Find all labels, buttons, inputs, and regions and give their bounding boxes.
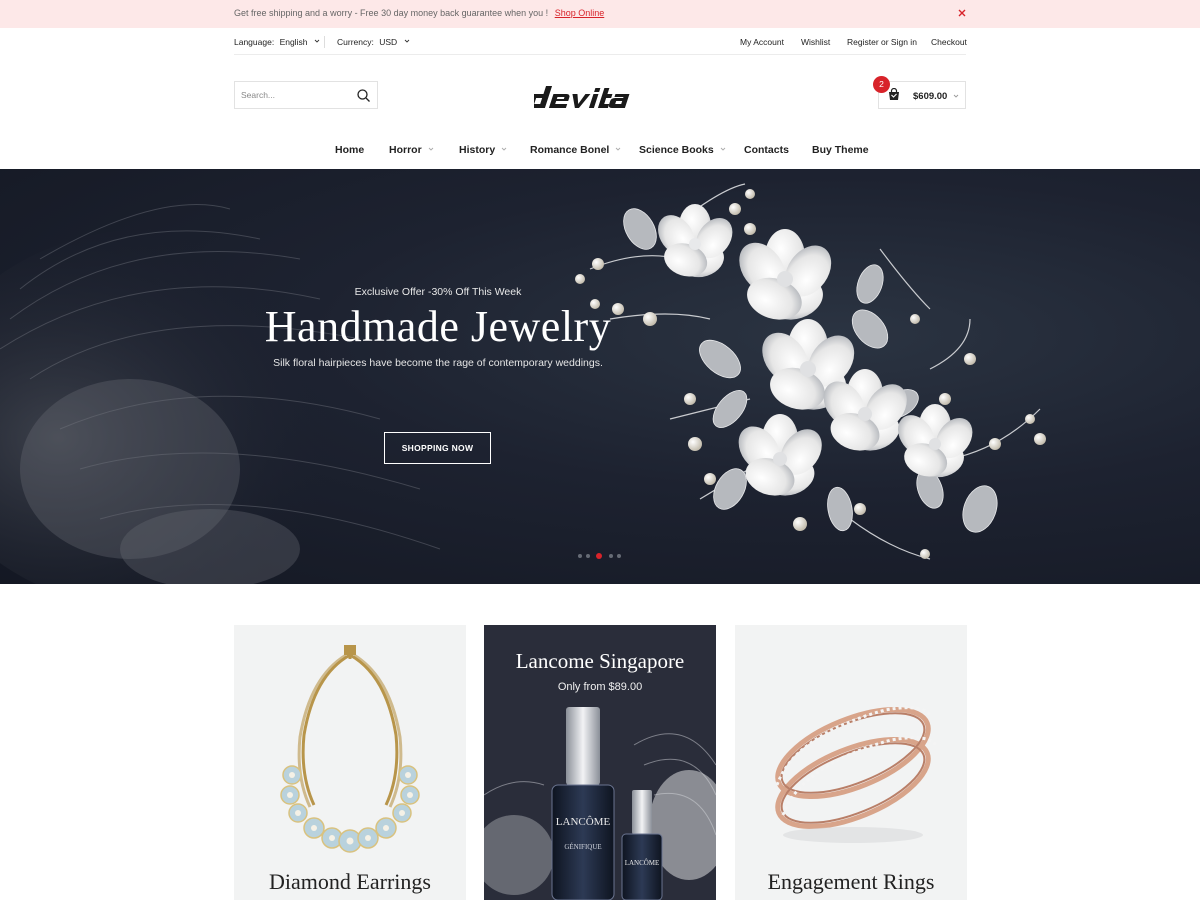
nav-label: Science Books: [639, 144, 714, 156]
my-account-link[interactable]: My Account: [740, 37, 784, 47]
currency-value: USD: [379, 37, 398, 47]
site-logo[interactable]: [534, 80, 666, 112]
language-value: English: [279, 37, 308, 47]
bottle-product-label: GÉNIFIQUE: [564, 843, 601, 851]
chevron-down-icon: [501, 147, 507, 151]
hero-slider: Exclusive Offer -30% Off This Week Handm…: [0, 169, 1200, 584]
promo-bar: Get free shipping and a worry - Free 30 …: [0, 0, 1200, 28]
search-box: [234, 81, 378, 109]
slider-dot-1[interactable]: [578, 554, 582, 558]
main-nav: Home Horror History Romance Bonel Scienc…: [0, 132, 1200, 168]
category-card-engagement-rings[interactable]: Engagement Rings: [735, 625, 967, 900]
cart-total: $609.00: [913, 91, 948, 102]
cart-count-badge: 2: [873, 76, 890, 93]
bottle-brand-label: LANCÔME: [556, 816, 611, 828]
category-card-diamond-earrings[interactable]: Diamond Earrings: [234, 625, 466, 900]
currency-selector[interactable]: Currency: USD: [337, 37, 410, 47]
register-signin-link[interactable]: Register or Sign in: [847, 37, 917, 47]
slider-dot-3[interactable]: [596, 553, 602, 559]
category-card-lancome-singapore[interactable]: LANCÔME GÉNIFIQUE LANCÔME Lancome Singap…: [484, 625, 716, 900]
checkout-link[interactable]: Checkout: [931, 37, 967, 47]
nav-item-horror[interactable]: Horror: [389, 144, 434, 156]
nav-item-history[interactable]: History: [459, 144, 507, 156]
slider-dot-5[interactable]: [617, 554, 621, 558]
search-icon[interactable]: [356, 88, 371, 103]
nav-label: Contacts: [744, 144, 789, 156]
slider-dot-2[interactable]: [586, 554, 590, 558]
nav-label: Horror: [389, 144, 422, 156]
hero-title: Handmade Jewelry: [264, 302, 612, 351]
shop-online-link[interactable]: Shop Online: [555, 8, 605, 18]
currency-label: Currency:: [337, 37, 374, 47]
close-icon[interactable]: [955, 6, 969, 20]
card-title: Lancome Singapore: [515, 649, 685, 673]
promo-text: Get free shipping and a worry - Free 30 …: [234, 8, 549, 18]
language-selector[interactable]: Language: English: [234, 37, 320, 47]
utility-bar: Language: English Currency: USD My Accou…: [234, 28, 967, 55]
card-title: Engagement Rings: [767, 869, 935, 894]
chevron-down-icon: [616, 147, 621, 151]
rose-gold-ring-image: [775, 706, 939, 843]
chevron-down-icon: [720, 147, 726, 151]
chevron-down-icon: [953, 94, 959, 98]
nav-label: Home: [335, 144, 365, 156]
nav-item-buy-theme[interactable]: Buy Theme: [812, 144, 869, 156]
nav-item-contacts[interactable]: Contacts: [744, 144, 789, 156]
chevron-down-icon: [404, 39, 409, 43]
shopping-bag-icon: [889, 88, 899, 100]
chevron-down-icon: [314, 39, 320, 43]
shopping-now-button[interactable]: SHOPPING NOW: [384, 432, 491, 464]
feather-veil-image: [0, 204, 441, 584]
card-subtitle: Only from $89.00: [557, 681, 643, 693]
language-label: Language:: [234, 37, 275, 47]
divider: [324, 36, 325, 48]
nav-item-home[interactable]: Home: [335, 144, 364, 156]
hairpiece-image: [575, 183, 1046, 560]
small-bottle-brand-label: LANCÔME: [625, 859, 660, 867]
cart-button[interactable]: $609.00: [878, 81, 966, 109]
hero-subtitle: Silk floral hairpieces have become the r…: [273, 357, 603, 369]
hero-kicker: Exclusive Offer -30% Off This Week: [354, 286, 522, 298]
necklace-image: [280, 645, 420, 853]
nav-item-science-books[interactable]: Science Books: [639, 144, 726, 156]
chevron-down-icon: [428, 147, 433, 151]
slider-dot-4[interactable]: [609, 554, 613, 558]
nav-label: History: [459, 144, 496, 156]
card-title: Diamond Earrings: [269, 869, 431, 894]
wishlist-link[interactable]: Wishlist: [801, 37, 830, 47]
nav-label: Buy Theme: [812, 144, 869, 156]
promo-message: Get free shipping and a worry - Free 30 …: [234, 8, 604, 18]
search-input[interactable]: [235, 82, 353, 108]
nav-item-romance-bonel[interactable]: Romance Bonel: [530, 144, 621, 156]
nav-label: Romance Bonel: [530, 144, 610, 156]
